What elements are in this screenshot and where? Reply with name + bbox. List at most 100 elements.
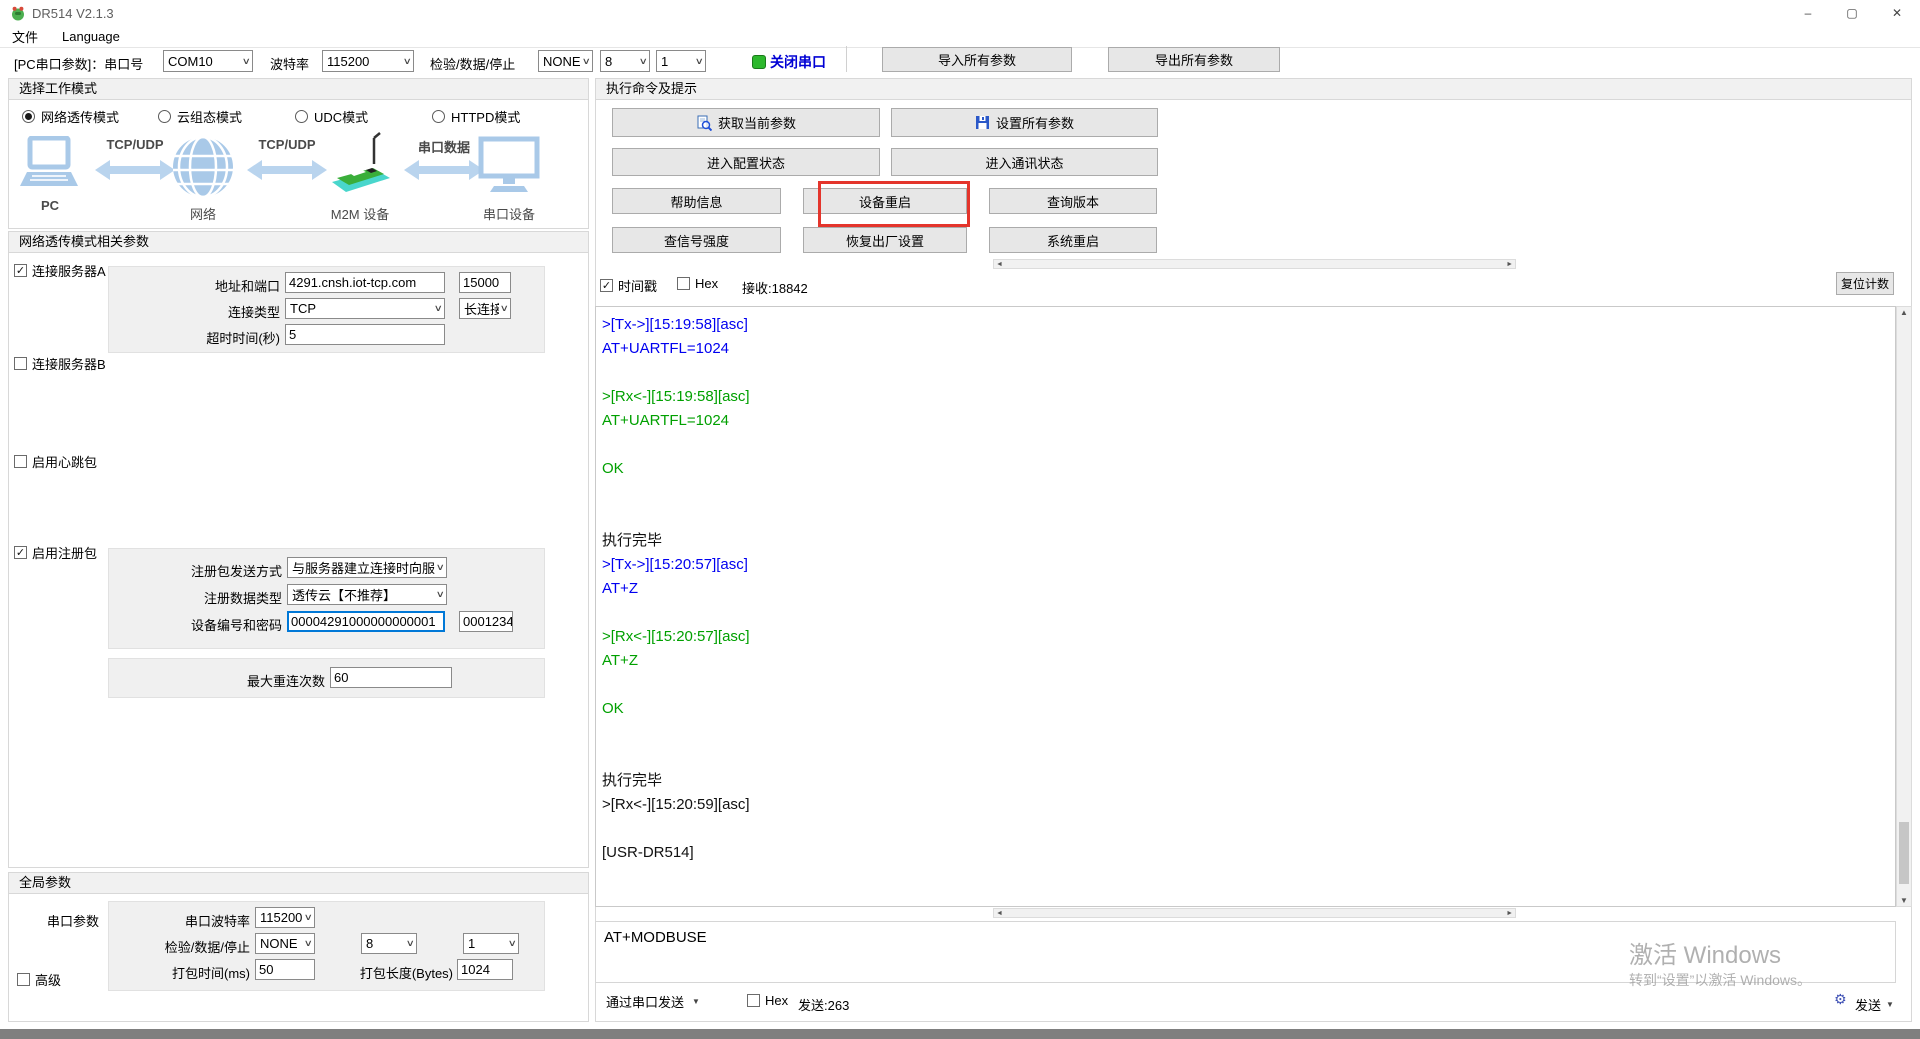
send-button[interactable]: 发送 ▼ xyxy=(1855,995,1894,1014)
log-bottom-hscrollbar[interactable]: ◄ ► xyxy=(993,908,1516,918)
radio-net-transparent-mode[interactable]: 网络透传模式 xyxy=(22,107,119,126)
signal-strength-button[interactable]: 查信号强度 xyxy=(612,227,781,253)
command-header: 执行命令及提示 xyxy=(596,79,1911,100)
arrow-bidirectional-icon xyxy=(404,158,484,182)
global-databits-select[interactable]: 8 ∨ xyxy=(361,933,417,954)
import-params-button[interactable]: 导入所有参数 xyxy=(882,47,1072,72)
log-vscrollbar[interactable]: ▲ ▼ xyxy=(1896,306,1912,907)
baud-select[interactable]: 115200 ∨ xyxy=(322,50,414,72)
device-password-field[interactable]: 0001234 xyxy=(459,611,513,632)
regpack-checkbox[interactable]: ✓ 启用注册包 xyxy=(14,543,97,562)
device-restart-button[interactable]: 设备重启 xyxy=(803,188,967,214)
conn-type-select[interactable]: TCP ∨ xyxy=(285,298,445,319)
timestamp-checkbox[interactable]: ✓ 时间戳 xyxy=(600,276,657,295)
menu-language[interactable]: Language xyxy=(62,29,120,44)
enter-config-button[interactable]: 进入配置状态 xyxy=(612,148,880,176)
send-via-dropdown[interactable]: 通过串口发送 ▼ xyxy=(606,992,700,1011)
pack-time-field[interactable]: 50 xyxy=(255,959,315,980)
scrollbar-thumb[interactable] xyxy=(1899,822,1909,884)
parity-value: NONE xyxy=(543,54,581,69)
scroll-up-icon[interactable]: ▲ xyxy=(1897,308,1911,317)
diagram-node-pc-label: PC xyxy=(20,198,80,213)
databits-select[interactable]: 8 ∨ xyxy=(600,50,650,72)
window-title: DR514 V2.1.3 xyxy=(32,6,114,21)
radio-udc-mode[interactable]: UDC模式 xyxy=(295,107,368,126)
server-a-address-field[interactable]: 4291.cnsh.iot-tcp.com xyxy=(285,272,445,293)
checkbox-check-icon: ✓ xyxy=(14,546,27,559)
log-hex-label: Hex xyxy=(695,276,718,291)
close-button[interactable]: ✕ xyxy=(1874,0,1920,26)
log-line xyxy=(602,433,1895,457)
recv-count: 接收:18842 xyxy=(742,278,808,297)
scroll-left-icon[interactable]: ◄ xyxy=(996,910,1003,917)
diagram-link2-label: TCP/UDP xyxy=(247,137,327,152)
chevron-down-icon: ∨ xyxy=(508,938,517,949)
chevron-down-icon: ∨ xyxy=(403,56,412,67)
parity-select[interactable]: NONE ∨ xyxy=(538,50,593,72)
conn-keep-value: 长连接 xyxy=(464,299,499,318)
log-top-hscrollbar[interactable]: ◄ ► xyxy=(993,259,1516,269)
server-a-checkbox[interactable]: ✓ 连接服务器A xyxy=(14,261,106,280)
timestamp-label: 时间戳 xyxy=(618,276,657,295)
query-version-button[interactable]: 查询版本 xyxy=(989,188,1157,214)
reg-send-select[interactable]: 与服务器建立连接时向服务 ∨ xyxy=(287,557,447,578)
server-b-checkbox[interactable]: 连接服务器B xyxy=(14,354,106,373)
radio-httpd-mode[interactable]: HTTPD模式 xyxy=(432,107,520,126)
port-open-indicator-icon xyxy=(752,55,766,69)
chevron-down-icon: ∨ xyxy=(304,938,313,949)
serial-params-label: 串口参数 xyxy=(47,911,99,930)
minimize-button[interactable]: – xyxy=(1786,0,1830,26)
close-port-button[interactable]: 关闭串口 xyxy=(770,52,826,72)
global-baud-select[interactable]: 115200 ∨ xyxy=(255,907,315,928)
pack-len-field[interactable]: 1024 xyxy=(457,959,513,980)
radio-label: HTTPD模式 xyxy=(451,107,520,126)
device-id-field[interactable]: 00004291000000000001 xyxy=(287,611,445,632)
log-output-area[interactable]: >[Tx->][15:19:58][asc] AT+UARTFL=1024 >[… xyxy=(595,306,1896,907)
get-params-button[interactable]: 获取当前参数 xyxy=(612,108,880,137)
chevron-down-icon: ∨ xyxy=(639,56,648,67)
scroll-left-icon[interactable]: ◄ xyxy=(996,261,1003,268)
scroll-down-icon[interactable]: ▼ xyxy=(1897,896,1911,905)
send-hex-checkbox[interactable]: Hex xyxy=(747,993,788,1008)
heartbeat-checkbox[interactable]: 启用心跳包 xyxy=(14,452,97,471)
factory-reset-label: 恢复出厂设置 xyxy=(846,231,924,250)
enter-config-label: 进入配置状态 xyxy=(707,153,785,172)
factory-reset-button[interactable]: 恢复出厂设置 xyxy=(803,227,967,253)
chevron-down-icon: ∨ xyxy=(500,303,509,314)
system-restart-button[interactable]: 系统重启 xyxy=(989,227,1157,253)
help-button[interactable]: 帮助信息 xyxy=(612,188,781,214)
stopbits-select[interactable]: 1 ∨ xyxy=(656,50,706,72)
maximize-button[interactable]: ▢ xyxy=(1830,0,1874,26)
conn-type-value: TCP xyxy=(290,301,433,316)
server-a-port-field[interactable]: 15000 xyxy=(459,272,511,293)
radio-cloud-mode[interactable]: 云组态模式 xyxy=(158,107,242,126)
reg-send-label: 注册包发送方式 xyxy=(162,561,282,580)
export-params-button[interactable]: 导出所有参数 xyxy=(1108,47,1280,72)
global-parity-select[interactable]: NONE ∨ xyxy=(255,933,315,954)
scroll-right-icon[interactable]: ► xyxy=(1506,910,1513,917)
send-hex-label: Hex xyxy=(765,993,788,1008)
arrow-bidirectional-icon xyxy=(247,158,327,182)
global-databits-value: 8 xyxy=(366,936,405,951)
com-port-select[interactable]: COM10 ∨ xyxy=(163,50,253,72)
timeout-label: 超时时间(秒) xyxy=(160,328,280,347)
menu-file[interactable]: 文件 xyxy=(12,27,38,46)
conn-keep-select[interactable]: 长连接 ∨ xyxy=(459,298,511,319)
radio-label: 云组态模式 xyxy=(177,107,242,126)
timeout-field[interactable]: 5 xyxy=(285,324,445,345)
checkbox-box xyxy=(677,277,690,290)
enter-comm-button[interactable]: 进入通讯状态 xyxy=(891,148,1158,176)
reg-type-select[interactable]: 透传云【不推荐】 ∨ xyxy=(287,584,447,605)
caret-down-icon: ▼ xyxy=(692,997,700,1006)
log-hex-checkbox[interactable]: Hex xyxy=(677,276,718,291)
reg-type-value: 透传云【不推荐】 xyxy=(292,585,435,604)
set-params-button[interactable]: 设置所有参数 xyxy=(891,108,1158,137)
radio-label: 网络透传模式 xyxy=(41,107,119,126)
reset-count-button[interactable]: 复位计数 xyxy=(1836,272,1894,295)
global-stopbits-select[interactable]: 1 ∨ xyxy=(463,933,519,954)
scroll-right-icon[interactable]: ► xyxy=(1506,261,1513,268)
device-id-label: 设备编号和密码 xyxy=(162,615,282,634)
advanced-checkbox[interactable]: 高级 xyxy=(17,970,61,989)
log-line xyxy=(602,505,1895,529)
max-reconnect-field[interactable]: 60 xyxy=(330,667,452,688)
